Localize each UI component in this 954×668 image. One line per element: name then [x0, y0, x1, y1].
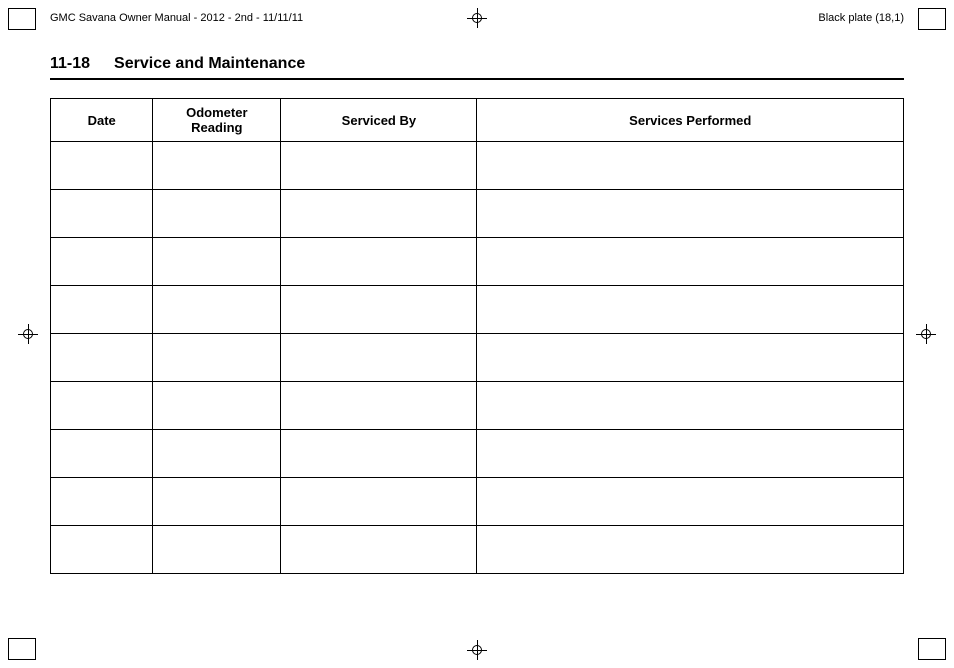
header-left-text: GMC Savana Owner Manual - 2012 - 2nd - 1…: [50, 12, 303, 24]
service-table: Date Odometer Reading Serviced By Servic…: [50, 98, 904, 574]
corner-mark-tl: [8, 8, 36, 30]
table-row: [51, 478, 904, 526]
table-header-row: Date Odometer Reading Serviced By Servic…: [51, 99, 904, 142]
col-header-date: Date: [51, 99, 153, 142]
corner-mark-tr: [918, 8, 946, 30]
col-header-odometer: Odometer Reading: [153, 99, 281, 142]
table-row: [51, 526, 904, 574]
table-row: [51, 382, 904, 430]
table-row: [51, 430, 904, 478]
main-content: 11-18 Service and Maintenance Date Odome…: [50, 55, 904, 574]
section-title: Service and Maintenance: [114, 55, 305, 73]
table-row: [51, 238, 904, 286]
table-row: [51, 286, 904, 334]
crosshair-bottom: [467, 640, 487, 660]
header-right-text: Black plate (18,1): [818, 12, 904, 24]
page-header: GMC Savana Owner Manual - 2012 - 2nd - 1…: [50, 12, 904, 24]
section-number: 11-18: [50, 55, 90, 73]
table-row: [51, 334, 904, 382]
crosshair-left: [18, 324, 38, 344]
crosshair-right: [916, 324, 936, 344]
table-row: [51, 142, 904, 190]
corner-mark-bl: [8, 638, 36, 660]
col-header-serviced-by: Serviced By: [281, 99, 477, 142]
section-heading: 11-18 Service and Maintenance: [50, 55, 904, 80]
col-header-services-performed: Services Performed: [477, 99, 904, 142]
table-row: [51, 190, 904, 238]
corner-mark-br: [918, 638, 946, 660]
